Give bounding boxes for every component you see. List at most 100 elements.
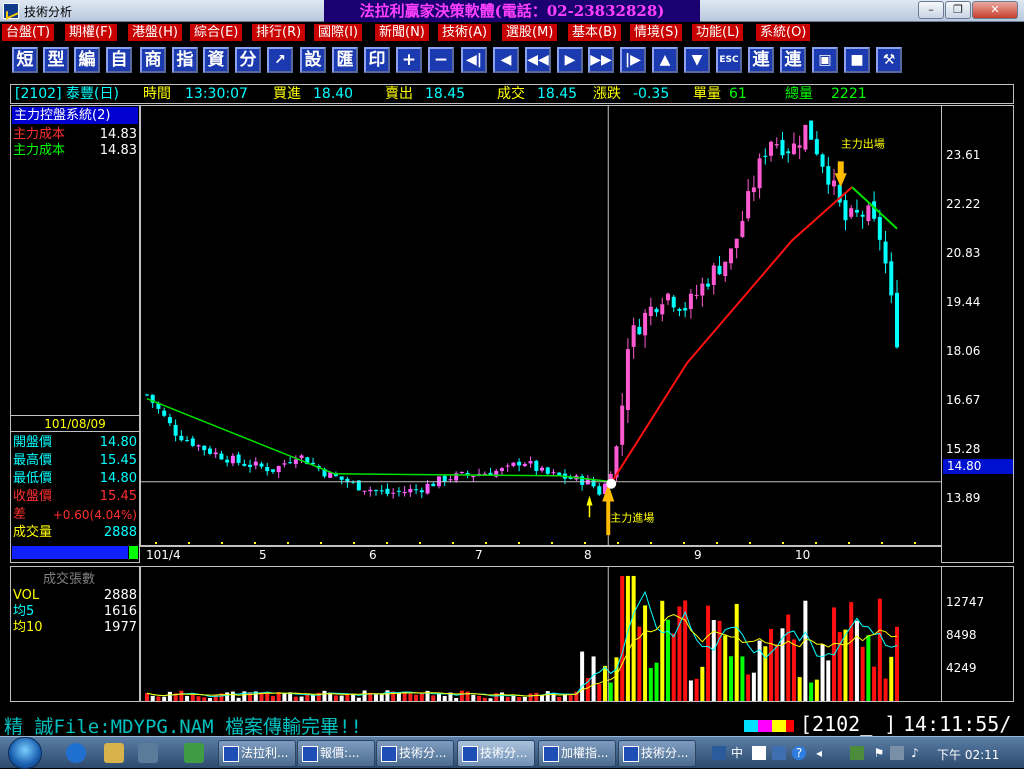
- deal-value: 18.45: [537, 86, 578, 102]
- flag-icon[interactable]: ⚑: [872, 746, 886, 760]
- menu-item-hk[interactable]: 港盤(H): [128, 24, 183, 41]
- menu-item-fundamental[interactable]: 基本(B): [568, 24, 623, 41]
- volume-bar: [230, 691, 235, 701]
- lock-icon[interactable]: ■: [844, 47, 870, 73]
- commodity-button[interactable]: 商: [140, 47, 166, 73]
- next-icon[interactable]: ▶: [557, 47, 583, 73]
- volume-chart[interactable]: [140, 566, 942, 702]
- last-icon[interactable]: |▶: [620, 47, 646, 73]
- menu-item-system[interactable]: 系統(O): [756, 24, 812, 41]
- edit-button[interactable]: 編: [74, 47, 100, 73]
- volume-bar: [591, 656, 596, 701]
- volume-chart-svg[interactable]: [141, 567, 941, 701]
- system-title[interactable]: 主力控盤系統(2): [12, 107, 138, 124]
- tools-icon[interactable]: ⚒: [876, 47, 902, 73]
- short-term-button[interactable]: 短: [12, 47, 38, 73]
- esc-button[interactable]: ESC: [716, 47, 742, 73]
- date-tick: 5: [259, 548, 267, 562]
- keyboard-icon[interactable]: [712, 746, 726, 760]
- up-icon[interactable]: ▲: [652, 47, 678, 73]
- candle-body: [671, 296, 676, 308]
- menu-item-composite[interactable]: 綜合(E): [190, 24, 244, 41]
- volume-bar: [207, 698, 212, 701]
- candle-body: [700, 283, 705, 296]
- candle-body: [620, 405, 625, 445]
- tray-white-icon[interactable]: [752, 746, 766, 760]
- date-marker: [914, 542, 916, 544]
- status-bar: 精 誠File:MDYPG.NAM 檔案傳輸完畢!! [2102_ ] 14:1…: [0, 711, 1024, 738]
- price-chart[interactable]: 主力出場 主力進場: [140, 105, 942, 546]
- menu-item-taipan[interactable]: 台盤(T): [2, 24, 56, 41]
- split-button[interactable]: 分: [235, 47, 261, 73]
- task-quotes[interactable]: 報價:...: [297, 740, 375, 767]
- indicator-button[interactable]: 指: [172, 47, 198, 73]
- bid-value: 18.40: [313, 86, 354, 102]
- display-icon[interactable]: [890, 746, 904, 760]
- tray-arrow-icon[interactable]: ◂: [812, 746, 826, 760]
- menu-item-international[interactable]: 國際(I): [314, 24, 363, 41]
- zoom-out-button[interactable]: −: [428, 47, 454, 73]
- status-stock-code[interactable]: [2102_ ]: [800, 712, 896, 736]
- zoom-in-button[interactable]: +: [396, 47, 422, 73]
- task-tech-3[interactable]: 技術分...: [618, 740, 696, 767]
- candle-body: [832, 180, 837, 187]
- task-ferrari[interactable]: 法拉利...: [218, 740, 296, 767]
- scroll-track[interactable]: [12, 546, 128, 559]
- volume-bar: [854, 620, 859, 701]
- volume-bar: [517, 697, 522, 701]
- custom-button[interactable]: 自: [106, 47, 132, 73]
- link-button-2[interactable]: 連: [780, 47, 806, 73]
- menu-item-ranking[interactable]: 排行(R): [252, 24, 307, 41]
- candle-body: [797, 145, 802, 148]
- rewind-icon[interactable]: ◀◀: [525, 47, 551, 73]
- date-tick: 6: [369, 548, 377, 562]
- print-button[interactable]: 印: [364, 47, 390, 73]
- menu-item-technical[interactable]: 技術(A): [438, 24, 493, 41]
- help-icon[interactable]: ?: [792, 746, 806, 760]
- minimize-button[interactable]: –: [918, 1, 944, 19]
- chart-style-icon[interactable]: ↗: [267, 47, 293, 73]
- export-button[interactable]: 匯: [332, 47, 358, 73]
- down-icon[interactable]: ▼: [684, 47, 710, 73]
- task-weighted-index[interactable]: 加權指...: [538, 740, 616, 767]
- network-icon[interactable]: [850, 746, 864, 760]
- menu-item-stock-select[interactable]: 選股(M): [502, 24, 559, 41]
- prev-icon[interactable]: ◀: [493, 47, 519, 73]
- folder-icon[interactable]: [104, 743, 124, 763]
- price-chart-svg[interactable]: 主力出場主力進場: [141, 106, 941, 545]
- volume-bar: [809, 682, 814, 701]
- fast-forward-icon[interactable]: ▶▶: [588, 47, 614, 73]
- volume-bar: [688, 680, 693, 701]
- ie-icon[interactable]: [66, 743, 86, 763]
- task-tech-1[interactable]: 技術分...: [376, 740, 454, 767]
- volume-bar: [471, 694, 476, 701]
- time-label: 時間: [143, 86, 171, 102]
- close-button[interactable]: ✕: [972, 1, 1018, 19]
- candle-body: [236, 454, 241, 463]
- settings-button[interactable]: 設: [300, 47, 326, 73]
- data-button[interactable]: 資: [203, 47, 229, 73]
- candle-body: [820, 154, 825, 167]
- pattern-button[interactable]: 型: [43, 47, 69, 73]
- media-icon[interactable]: [138, 743, 158, 763]
- scroll-thumb[interactable]: [129, 546, 138, 559]
- volume-bar: [236, 697, 241, 701]
- ime-indicator[interactable]: 中: [730, 746, 744, 760]
- candle-body: [379, 490, 384, 492]
- menu-item-scenario[interactable]: 情境(S): [630, 24, 684, 41]
- candle-body: [185, 440, 190, 442]
- window-icon[interactable]: ▣: [812, 47, 838, 73]
- link-button-1[interactable]: 連: [748, 47, 774, 73]
- menu-item-function[interactable]: 功能(L): [692, 24, 745, 41]
- tray-blue-icon[interactable]: [772, 746, 786, 760]
- task-tech-2[interactable]: 技術分...: [457, 740, 535, 767]
- maximize-button[interactable]: ❐: [945, 1, 971, 19]
- start-orb-icon[interactable]: [8, 737, 42, 769]
- first-icon[interactable]: ◀|: [461, 47, 487, 73]
- volume-icon[interactable]: ♪: [908, 746, 922, 760]
- menu-item-news[interactable]: 新聞(N): [375, 24, 430, 41]
- menu-item-options[interactable]: 期權(F): [65, 24, 118, 41]
- desktop-icon[interactable]: [184, 743, 204, 763]
- volume-bar: [751, 672, 756, 701]
- volume-bar: [826, 660, 831, 701]
